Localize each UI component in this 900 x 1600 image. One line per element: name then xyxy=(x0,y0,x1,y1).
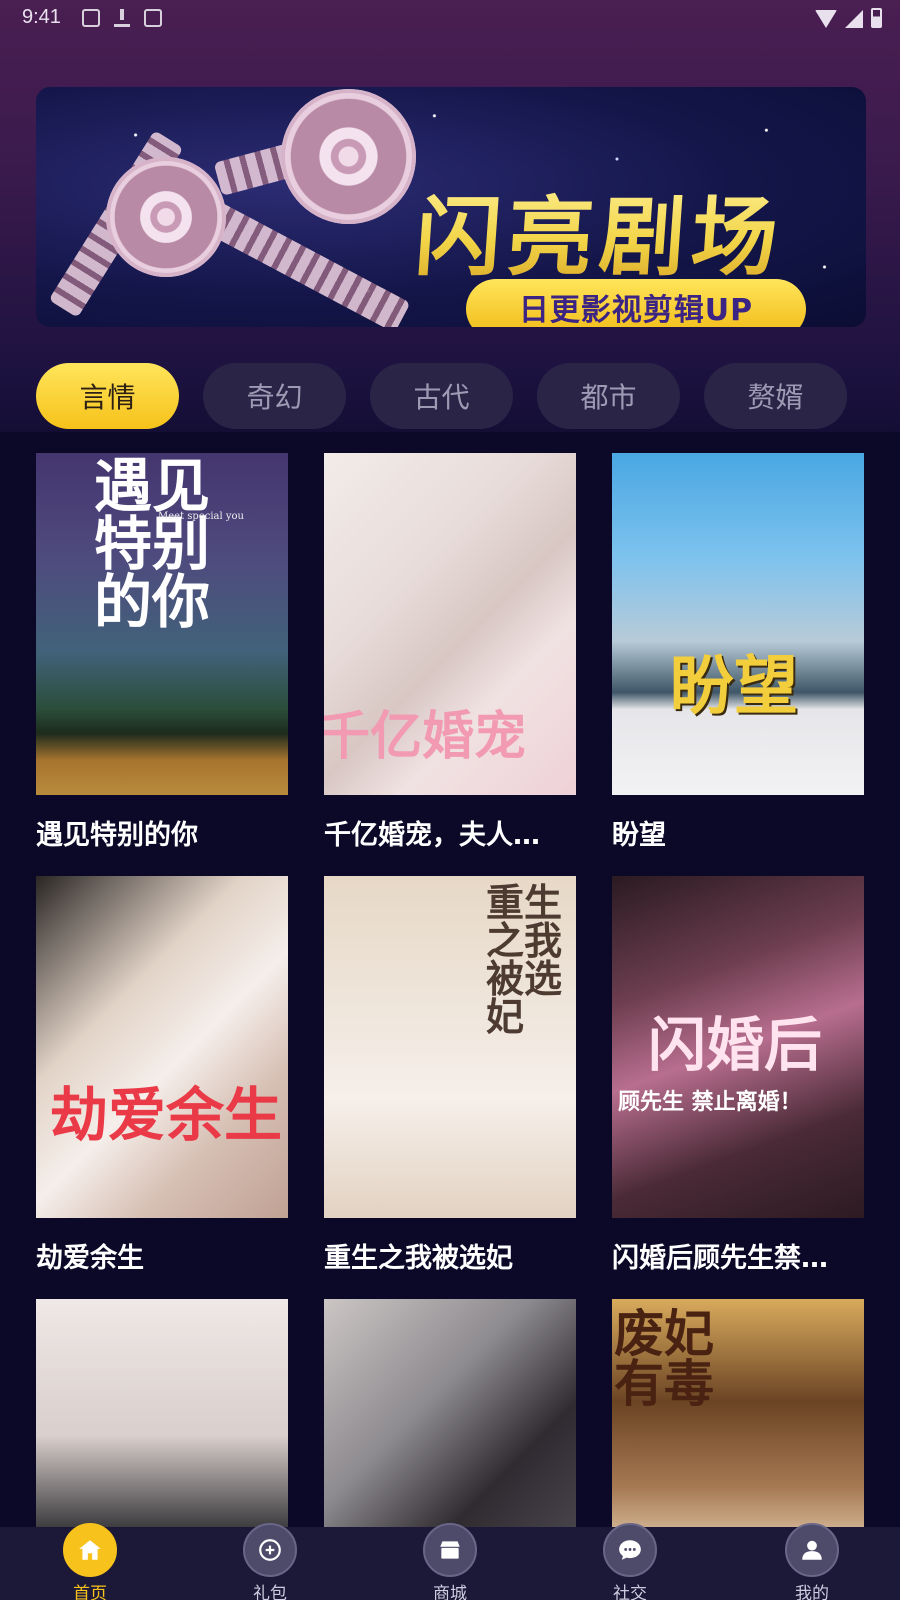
download-icon xyxy=(114,9,130,27)
drama-poster[interactable]: 盼望 xyxy=(612,453,864,795)
film-reel-icon xyxy=(106,157,226,277)
category-tabs: 言情 奇幻 古代 都市 赘婿 xyxy=(36,363,847,429)
gift-icon[interactable] xyxy=(243,1523,297,1577)
status-time: 9:41 xyxy=(22,6,61,28)
poster-title-text: 重生之我被选妃 xyxy=(486,880,563,1039)
drama-card[interactable]: 盼望 盼望 xyxy=(612,453,864,852)
home-icon[interactable] xyxy=(63,1523,117,1577)
chat-icon[interactable] xyxy=(603,1523,657,1577)
bottom-navigation: 首页 礼包 商城 社交 我的 xyxy=(0,1523,900,1600)
drama-poster[interactable]: 重生之我被选妃 xyxy=(324,876,576,1218)
film-reel-icon xyxy=(281,89,416,224)
notification-icons xyxy=(82,9,162,27)
poster-subtitle-text: Meet special you xyxy=(158,511,244,522)
tab-son-in-law[interactable]: 赘婿 xyxy=(704,363,847,429)
drama-title[interactable]: 闪婚后顾先生禁… xyxy=(612,1236,864,1275)
poster-title-text: 劫爱余生 xyxy=(50,1081,283,1149)
drama-card[interactable]: 重生之我被选妃 重生之我被选妃 xyxy=(324,876,576,1275)
battery-icon xyxy=(871,8,882,28)
tab-romance[interactable]: 言情 xyxy=(36,363,179,429)
nav-label: 礼包 xyxy=(253,1584,287,1600)
profile-icon[interactable] xyxy=(785,1523,839,1577)
app-screen: 9:41 闪亮剧场 日更影视剪辑UP 言情 奇幻 古代 都市 赘婿 遇见特别的你… xyxy=(0,0,900,1600)
tab-urban[interactable]: 都市 xyxy=(537,363,680,429)
keyboard-icon xyxy=(144,9,162,27)
nav-label: 社交 xyxy=(613,1584,647,1600)
nav-social[interactable]: 社交 xyxy=(570,1523,690,1600)
banner-subtitle-pill: 日更影视剪辑UP xyxy=(466,279,806,327)
status-bar: 9:41 xyxy=(0,0,900,36)
poster-title-text: 闪婚后 xyxy=(648,1011,823,1079)
banner-title: 闪亮剧场 xyxy=(412,167,789,292)
drama-title[interactable]: 重生之我被选妃 xyxy=(324,1236,576,1275)
nav-profile[interactable]: 我的 xyxy=(752,1523,872,1600)
system-icons xyxy=(815,8,882,28)
nav-store[interactable]: 商城 xyxy=(390,1523,510,1600)
drama-card[interactable]: 劫爱余生 劫爱余生 xyxy=(36,876,288,1275)
poster-title-text: 千亿婚宠 xyxy=(324,706,527,767)
drama-card[interactable]: 千亿婚宠 千亿婚宠，夫人… xyxy=(324,453,576,852)
drama-poster[interactable]: 遇见特别的你 Meet special you xyxy=(36,453,288,795)
store-icon[interactable] xyxy=(423,1523,477,1577)
nav-label: 首页 xyxy=(73,1584,107,1600)
poster-title-text: 遇见特别的你 xyxy=(94,453,211,636)
tab-fantasy[interactable]: 奇幻 xyxy=(203,363,346,429)
drama-poster[interactable]: 千亿婚宠 xyxy=(324,453,576,795)
nav-gift[interactable]: 礼包 xyxy=(210,1523,330,1600)
poster-title-text: 废妃有毒 xyxy=(614,1304,714,1413)
promo-banner[interactable]: 闪亮剧场 日更影视剪辑UP xyxy=(36,87,866,327)
image-notification-icon xyxy=(82,9,100,27)
drama-card[interactable]: 闪婚后 顾先生 禁止离婚！ 闪婚后顾先生禁… xyxy=(612,876,864,1275)
signal-icon xyxy=(845,10,863,28)
drama-poster[interactable]: 劫爱余生 xyxy=(36,876,288,1218)
drama-title[interactable]: 遇见特别的你 xyxy=(36,813,288,852)
drama-card[interactable]: 遇见特别的你 Meet special you 遇见特别的你 xyxy=(36,453,288,852)
nav-label: 商城 xyxy=(433,1584,467,1600)
wifi-icon xyxy=(815,10,837,28)
drama-title[interactable]: 盼望 xyxy=(612,813,864,852)
poster-title-text: 盼望 xyxy=(670,649,798,724)
tab-ancient[interactable]: 古代 xyxy=(370,363,513,429)
drama-poster[interactable]: 闪婚后 顾先生 禁止离婚！ xyxy=(612,876,864,1218)
banner-subtitle: 日更影视剪辑UP xyxy=(518,293,754,327)
nav-label: 我的 xyxy=(795,1584,829,1600)
drama-title[interactable]: 千亿婚宠，夫人… xyxy=(324,813,576,852)
poster-subtitle-text: 顾先生 禁止离婚！ xyxy=(618,1089,802,1115)
drama-title[interactable]: 劫爱余生 xyxy=(36,1236,288,1275)
nav-home[interactable]: 首页 xyxy=(30,1523,150,1600)
